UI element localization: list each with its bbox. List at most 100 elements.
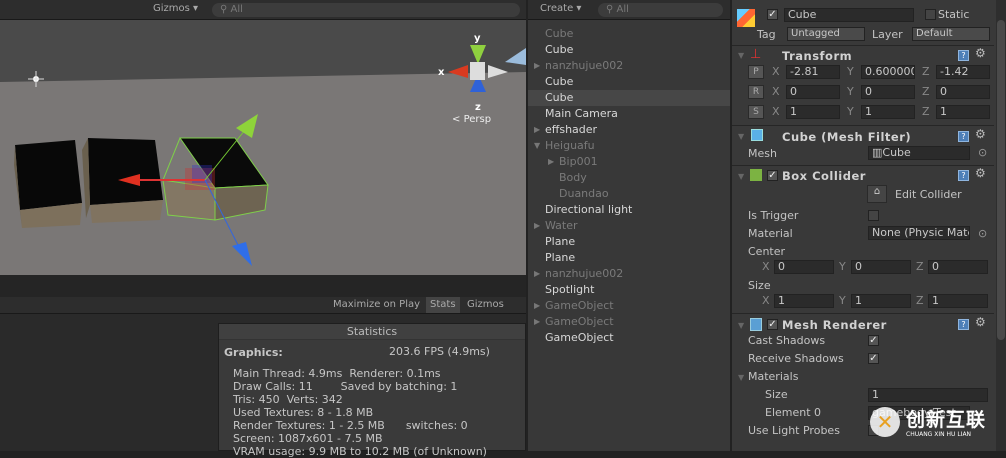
center-x-field[interactable]: 0 xyxy=(774,260,834,274)
materials-size-field[interactable]: 1 xyxy=(868,388,988,402)
hierarchy-item[interactable]: Cube xyxy=(545,74,573,90)
size-x-field[interactable]: 1 xyxy=(774,294,834,308)
hierarchy-item[interactable]: GameObject xyxy=(545,314,614,330)
rotation-z-field[interactable]: 0 xyxy=(936,85,990,99)
box-collider-header[interactable]: Box Collider xyxy=(782,169,866,183)
game-gizmos-toggle[interactable]: Gizmos xyxy=(467,297,504,313)
scene-view: Gizmos ▾ ⚲ All y x z < Persp xyxy=(0,0,526,297)
hierarchy-item[interactable]: nanzhujue002 xyxy=(545,266,623,282)
transform-header[interactable]: Transform xyxy=(782,49,852,63)
watermark-subtitle: CHUANG XIN HU LIAN xyxy=(906,431,972,438)
size-label: Size xyxy=(748,279,771,292)
hierarchy-item[interactable]: Body xyxy=(559,170,587,186)
expand-arrow-icon[interactable]: ▶ xyxy=(534,317,540,326)
mesh-field[interactable]: ▥Cube xyxy=(868,146,970,160)
is-trigger-checkbox[interactable] xyxy=(868,210,879,221)
hierarchy-item[interactable]: Plane xyxy=(545,234,575,250)
hierarchy-item[interactable]: GameObject xyxy=(545,298,614,314)
position-z-field[interactable]: -1.42 xyxy=(936,65,990,79)
size-z-field[interactable]: 1 xyxy=(928,294,988,308)
expand-arrow-icon[interactable]: ▶ xyxy=(534,125,540,134)
object-name-field[interactable]: Cube xyxy=(784,8,914,22)
object-picker-icon[interactable]: ⊙ xyxy=(978,227,987,240)
hierarchy-item[interactable]: Cube xyxy=(545,42,573,58)
hierarchy-item[interactable]: Bip001 xyxy=(559,154,598,170)
gear-icon[interactable]: ⚙ xyxy=(975,315,986,329)
search-placeholder: All xyxy=(230,4,243,15)
scene-render: y x z < Persp xyxy=(0,20,526,266)
position-y-field[interactable]: 0.600000 xyxy=(861,65,915,79)
physic-material-field[interactable]: None (Physic Mate xyxy=(868,226,970,240)
expand-arrow-icon[interactable]: ▼ xyxy=(534,141,540,150)
help-icon[interactable]: ? xyxy=(958,319,969,330)
inspector-scrollbar[interactable] xyxy=(996,0,1006,451)
edit-collider-button[interactable]: ⌂ xyxy=(867,185,887,203)
layer-dropdown[interactable]: Default xyxy=(912,27,990,41)
expand-arrow-icon[interactable]: ▶ xyxy=(534,269,540,278)
gizmos-dropdown[interactable]: Gizmos ▾ xyxy=(153,0,198,18)
scale-x-field[interactable]: 1 xyxy=(786,105,840,119)
hierarchy-item[interactable]: Duandao xyxy=(559,186,609,202)
mesh-renderer-enabled-checkbox[interactable]: ✓ xyxy=(767,319,778,330)
axis-y-label: Y xyxy=(847,65,854,78)
expand-arrow-icon[interactable]: ▶ xyxy=(534,61,540,70)
layer-label: Layer xyxy=(872,28,903,41)
hierarchy-item[interactable]: Spotlight xyxy=(545,282,594,298)
help-icon[interactable]: ? xyxy=(958,170,969,181)
axis-z-label: Z xyxy=(916,294,924,307)
scale-z-field[interactable]: 1 xyxy=(936,105,990,119)
stats-toggle[interactable]: Stats xyxy=(426,297,460,313)
rotation-x-field[interactable]: 0 xyxy=(786,85,840,99)
create-dropdown[interactable]: Create ▾ xyxy=(540,0,581,18)
cast-shadows-checkbox[interactable]: ✓ xyxy=(868,335,879,346)
persp-label[interactable]: < Persp xyxy=(452,114,491,125)
transform-position-button[interactable]: P xyxy=(748,65,764,79)
hierarchy-item[interactable]: Main Camera xyxy=(545,106,618,122)
hierarchy-item[interactable]: nanzhujue002 xyxy=(545,58,623,74)
static-checkbox[interactable] xyxy=(925,9,936,20)
mesh-filter-header[interactable]: Cube (Mesh Filter) xyxy=(782,130,911,144)
center-z-field[interactable]: 0 xyxy=(928,260,988,274)
stat-line: Tris: 450 Verts: 342 xyxy=(233,393,343,406)
expand-arrow-icon[interactable]: ▶ xyxy=(534,221,540,230)
position-x-field[interactable]: -2.81 xyxy=(786,65,840,79)
center-label: Center xyxy=(748,245,786,258)
mesh-renderer-header[interactable]: Mesh Renderer xyxy=(782,318,887,332)
hierarchy-item[interactable]: GameObject xyxy=(545,330,614,346)
tag-dropdown[interactable]: Untagged xyxy=(787,27,865,41)
gear-icon[interactable]: ⚙ xyxy=(975,127,986,141)
active-checkbox[interactable]: ✓ xyxy=(767,9,778,20)
gear-icon[interactable]: ⚙ xyxy=(975,46,986,60)
scene-toolbar: Gizmos ▾ ⚲ All xyxy=(0,0,526,20)
scene-viewport[interactable]: y x z < Persp xyxy=(0,20,526,275)
scene-search-input[interactable]: ⚲ All xyxy=(212,3,520,17)
scale-y-field[interactable]: 1 xyxy=(861,105,915,119)
maximize-on-play-toggle[interactable]: Maximize on Play xyxy=(333,297,420,313)
hierarchy-item[interactable]: Water xyxy=(545,218,578,234)
hierarchy-item[interactable]: Directional light xyxy=(545,202,632,218)
help-icon[interactable]: ? xyxy=(958,131,969,142)
hierarchy-item[interactable]: Cube xyxy=(545,90,573,106)
hierarchy-item[interactable]: Cube xyxy=(545,26,573,42)
object-picker-icon[interactable]: ⊙ xyxy=(978,146,987,159)
box-collider-enabled-checkbox[interactable]: ✓ xyxy=(767,170,778,181)
axis-x-label: X xyxy=(772,65,780,78)
transform-scale-button[interactable]: S xyxy=(748,105,764,119)
expand-arrow-icon[interactable]: ▶ xyxy=(534,301,540,310)
gear-icon[interactable]: ⚙ xyxy=(975,166,986,180)
axis-x-label: X xyxy=(762,294,770,307)
hierarchy-search-input[interactable]: ⚲ All xyxy=(598,3,723,17)
axis-z-label: Z xyxy=(916,260,924,273)
rotation-y-field[interactable]: 0 xyxy=(861,85,915,99)
mesh-renderer-icon xyxy=(750,318,762,331)
size-y-field[interactable]: 1 xyxy=(851,294,911,308)
transform-rotation-button[interactable]: R xyxy=(748,85,764,99)
hierarchy-item[interactable]: Plane xyxy=(545,250,575,266)
receive-shadows-checkbox[interactable]: ✓ xyxy=(868,353,879,364)
hierarchy-item[interactable]: effshader xyxy=(545,122,597,138)
materials-foldout[interactable]: Materials xyxy=(748,370,798,383)
expand-arrow-icon[interactable]: ▶ xyxy=(548,157,554,166)
help-icon[interactable]: ? xyxy=(958,50,969,61)
center-y-field[interactable]: 0 xyxy=(851,260,911,274)
hierarchy-item[interactable]: Heiguafu xyxy=(545,138,595,154)
